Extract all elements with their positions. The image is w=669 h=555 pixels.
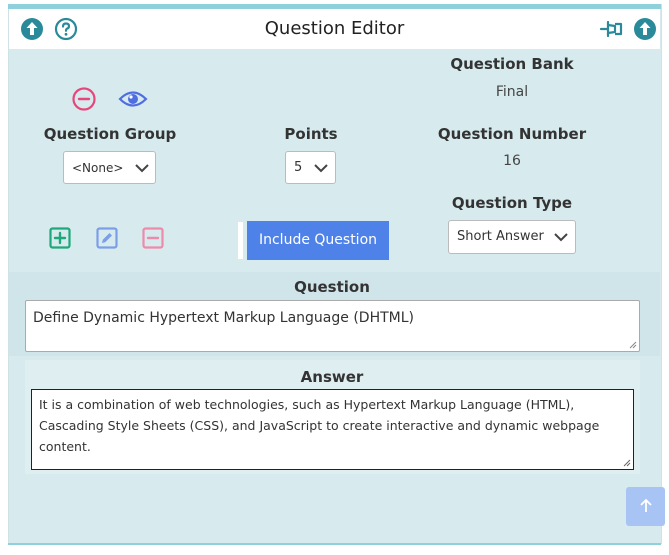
question-label: Question <box>294 278 370 296</box>
question-type-label: Question Type <box>451 194 573 212</box>
question-textarea[interactable]: Define Dynamic Hypertext Markup Language… <box>25 300 640 352</box>
remove-circle-icon[interactable] <box>72 87 96 111</box>
preview-eye-icon[interactable] <box>118 88 148 110</box>
answer-text: It is a combination of web technologies,… <box>39 397 600 454</box>
add-group-icon[interactable] <box>49 227 71 249</box>
question-text: Define Dynamic Hypertext Markup Language… <box>33 310 414 326</box>
page-title: Question Editor <box>264 18 405 39</box>
edit-group-icon[interactable] <box>96 227 118 249</box>
remove-group-icon[interactable] <box>142 227 164 249</box>
answer-textarea[interactable]: It is a combination of web technologies,… <box>31 389 634 470</box>
pin-icon[interactable] <box>599 17 623 41</box>
answer-label: Answer <box>300 368 364 386</box>
chevron-down-icon <box>135 164 149 173</box>
points-selected: 5 <box>294 160 303 175</box>
question-type-select[interactable]: Short Answer <box>448 220 576 254</box>
resize-handle-icon[interactable] <box>629 341 637 349</box>
scroll-up-icon-right[interactable] <box>633 17 657 41</box>
button-divider <box>238 222 243 259</box>
editor-header: Question Editor <box>9 9 660 49</box>
scroll-top-button[interactable] <box>626 487 665 526</box>
question-number-value: 16 <box>503 153 521 169</box>
points-label: Points <box>284 125 338 143</box>
question-number-label: Question Number <box>437 125 587 143</box>
question-group-select[interactable]: <None> <box>63 151 156 184</box>
include-question-button[interactable]: Include Question <box>247 221 389 260</box>
arrow-up-icon <box>640 498 652 512</box>
points-select[interactable]: 5 <box>285 151 336 184</box>
question-group-label: Question Group <box>43 125 177 143</box>
bottom-border <box>8 543 661 545</box>
question-bank-label: Question Bank <box>450 55 574 73</box>
resize-handle-icon[interactable] <box>623 459 631 467</box>
chevron-down-icon <box>554 233 568 242</box>
chevron-down-icon <box>314 164 328 173</box>
question-group-selected: <None> <box>72 161 124 175</box>
question-type-selected: Short Answer <box>457 229 544 244</box>
question-bank-value: Final <box>495 84 529 100</box>
